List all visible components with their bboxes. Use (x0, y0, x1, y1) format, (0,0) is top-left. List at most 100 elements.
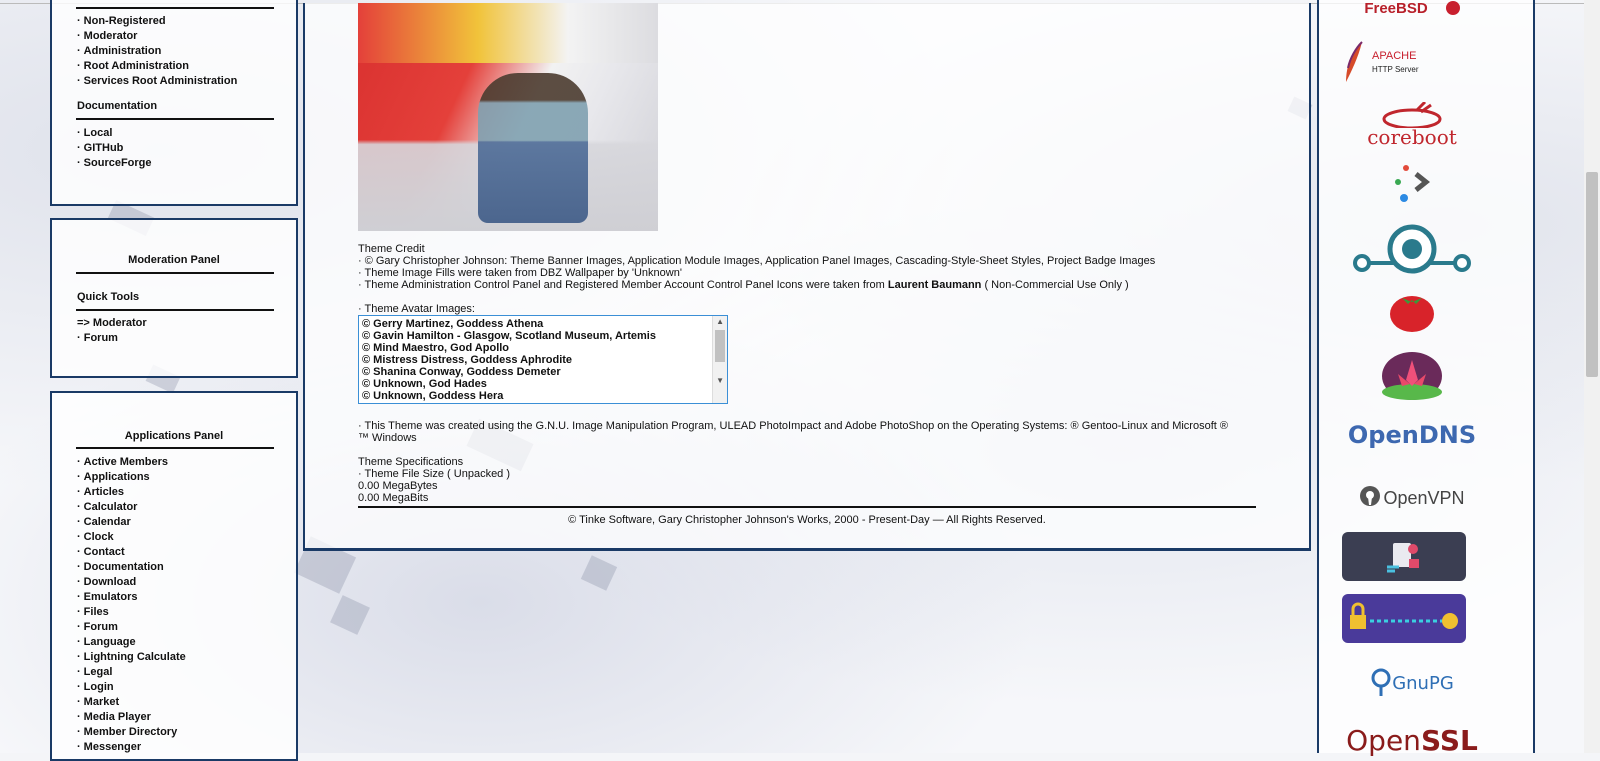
theme-credit-heading: Theme Credit (358, 243, 425, 255)
app-legal[interactable]: · Legal (77, 665, 186, 680)
apache-badge[interactable]: APACHE HTTP Server (1342, 38, 1482, 86)
file-size-megabytes: 0.00 MegaBytes (358, 480, 438, 492)
page-scrollbar[interactable] (1584, 0, 1600, 753)
page-scrollbar-thumb[interactable] (1586, 172, 1598, 377)
lineageos-icon (1353, 224, 1471, 274)
apache-feather-icon (1346, 41, 1363, 82)
moderation-panel-title: Moderation Panel (128, 254, 220, 266)
applications-panel: Applications Panel · Active Members · Appl… (50, 391, 298, 761)
app-calendar[interactable]: · Calendar (77, 515, 186, 530)
quick-tool-forum[interactable]: · Forum (77, 331, 147, 346)
documentation-heading: Documentation (77, 100, 158, 112)
app-calculator[interactable]: · Calculator (77, 500, 186, 515)
divider (76, 118, 274, 120)
avatar-credit: © Mind Maestro, God Apollo (362, 342, 510, 354)
opendns-label: OpenDNS (1347, 421, 1477, 449)
textarea-scrollbar[interactable]: ▲ ▼ (712, 316, 727, 403)
opendns-badge[interactable]: OpenDNS (1342, 418, 1482, 452)
document-lock-icon (1387, 542, 1419, 572)
tomato-badge[interactable] (1342, 286, 1482, 334)
divider (76, 309, 274, 311)
app-login[interactable]: · Login (77, 680, 186, 695)
avatar-credit: © Unknown, Goddess Hera (362, 390, 504, 402)
moderation-panel: Moderation Panel Quick Tools => Moderato… (50, 218, 298, 378)
openssl-open-label: Open (1346, 723, 1421, 757)
app-member-directory[interactable]: · Member Directory (77, 725, 186, 740)
credit-line-suffix: ( Non-Commercial Use Only ) (981, 279, 1129, 291)
credit-line: · © Gary Christopher Johnson: Theme Bann… (358, 255, 1156, 267)
app-files[interactable]: · Files (77, 605, 186, 620)
app-applications[interactable]: · Applications (77, 470, 186, 485)
nav-root-administration[interactable]: · Root Administration (77, 59, 237, 74)
openssl-badge[interactable]: Open SSL (1342, 720, 1482, 760)
background-shard (330, 595, 370, 635)
apache-title: APACHE (1372, 50, 1417, 62)
openvpn-badge[interactable]: OpenVPN (1342, 478, 1482, 518)
lineageos-badge[interactable] (1342, 222, 1482, 276)
avatar-credit: © Mistress Distress, Goddess Aphrodite (362, 354, 573, 366)
freebsd-badge[interactable]: FreeBSD (1342, 0, 1482, 22)
nav-non-registered[interactable]: · Non-Registered (77, 14, 237, 29)
avatar-credit: © Gerry Martinez, Goddess Athena (362, 318, 544, 330)
theme-specs-heading: Theme Specifications (358, 456, 464, 468)
keys-badge[interactable] (1342, 594, 1466, 643)
coreboot-label: coreboot (1367, 125, 1457, 149)
nav-moderator[interactable]: · Moderator (77, 29, 237, 44)
quick-tool-moderator[interactable]: => Moderator (77, 316, 147, 331)
doc-link-github[interactable]: · GITHub (77, 141, 152, 156)
avatar-credit: © Shanina Conway, Goddess Demeter (362, 366, 561, 378)
avatar-credits-textarea[interactable]: © Gerry Martinez, Goddess Athena © Gavin… (358, 315, 728, 404)
chevron-dots-icon (1395, 165, 1431, 202)
gnupg-badge[interactable]: GnuPG (1342, 664, 1482, 702)
scroll-down-icon[interactable]: ▼ (716, 376, 724, 385)
theme-banner-photo (358, 3, 658, 231)
freebsd-label: FreeBSD (1364, 0, 1428, 17)
app-media-player[interactable]: · Media Player (77, 710, 186, 725)
padlock-key-icon (1350, 602, 1458, 629)
app-documentation[interactable]: · Documentation (77, 560, 186, 575)
divider (76, 447, 274, 449)
app-contact[interactable]: · Contact (77, 545, 186, 560)
tomato-icon (1390, 296, 1434, 332)
doc-link-local[interactable]: · Local (77, 126, 152, 141)
avatar-images-label: · Theme Avatar Images: (358, 303, 475, 315)
app-clock[interactable]: · Clock (77, 530, 186, 545)
freebsd-daemon-icon (1445, 1, 1460, 15)
copyright-footer: © Tinke Software, Gary Christopher Johns… (568, 514, 1046, 526)
app-active-members[interactable]: · Active Members (77, 455, 186, 470)
openssl-ssl-label: SSL (1420, 723, 1478, 757)
app-market[interactable]: · Market (77, 695, 186, 710)
avatar-credit: © Gavin Hamilton - Glasgow, Scotland Mus… (362, 330, 656, 342)
openvpn-shield-icon (1360, 486, 1381, 506)
scroll-up-icon[interactable]: ▲ (716, 317, 724, 326)
app-forum[interactable]: · Forum (77, 620, 186, 635)
theme-created-line: · This Theme was created using the G.N.U… (358, 420, 1228, 444)
doc-link-sourceforge[interactable]: · SourceForge (77, 156, 152, 171)
lotus-icon (1382, 352, 1442, 400)
background-shard (580, 555, 618, 591)
account-panel: · Non-Registered · Moderator · Administrati… (50, 0, 298, 206)
quick-tools-heading: Quick Tools (77, 291, 140, 303)
divider (76, 272, 274, 274)
credit-author-link[interactable]: Laurent Baumann (888, 279, 982, 291)
photo-subject (478, 73, 588, 223)
security-tool-badge[interactable] (1342, 532, 1466, 581)
dots-badge[interactable] (1342, 162, 1482, 206)
applications-panel-title: Applications Panel (124, 430, 224, 442)
app-language[interactable]: · Language (77, 635, 186, 650)
app-lightning-calculate[interactable]: · Lightning Calculate (77, 650, 186, 665)
nav-administration[interactable]: · Administration (77, 44, 237, 59)
avatar-credit: © Unknown, God Hades (362, 378, 487, 390)
file-size-label: · Theme File Size ( Unpacked ) (358, 468, 511, 480)
app-download[interactable]: · Download (77, 575, 186, 590)
credit-line-icons: · Theme Administration Control Panel and… (358, 279, 1258, 291)
app-emulators[interactable]: · Emulators (77, 590, 186, 605)
scrollbar-thumb[interactable] (715, 330, 725, 362)
nav-services-root-administration[interactable]: · Services Root Administration (77, 74, 237, 89)
gnupg-label: GnuPG (1392, 672, 1454, 694)
lotus-badge[interactable] (1342, 350, 1482, 400)
coreboot-badge[interactable]: coreboot (1342, 98, 1482, 150)
app-articles[interactable]: · Articles (77, 485, 186, 500)
mural-stripe (358, 3, 658, 63)
credit-line-prefix: · Theme Administration Control Panel and… (358, 279, 888, 291)
